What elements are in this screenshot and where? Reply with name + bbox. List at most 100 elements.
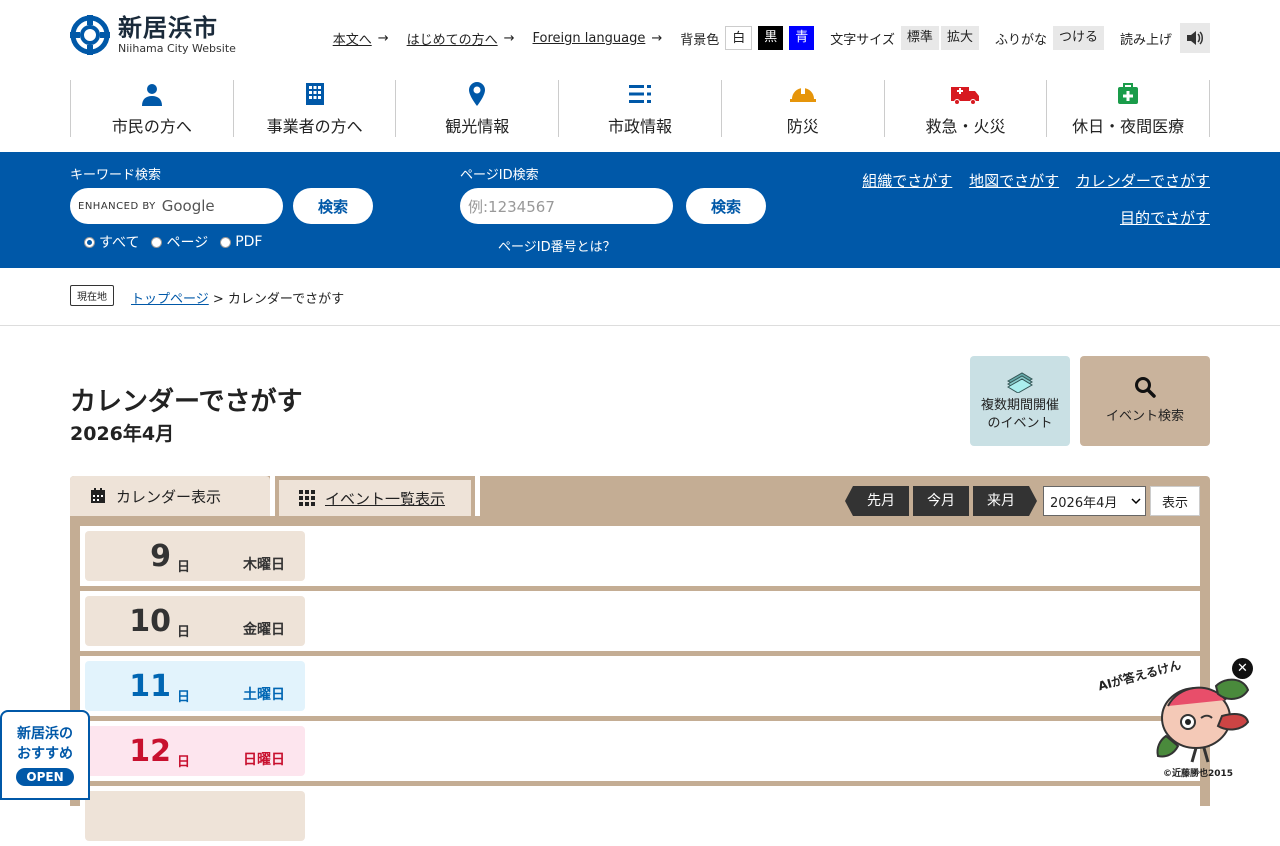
skip-to-content-link[interactable]: 本文へ	[333, 29, 372, 48]
search-by-calendar-link[interactable]: カレンダーでさがす	[1076, 172, 1210, 190]
keyword-search-button[interactable]: 検索	[293, 188, 373, 224]
foreign-language-link[interactable]: Foreign language	[533, 31, 646, 46]
nav-label: 観光情報	[445, 117, 510, 136]
event-search-button[interactable]: イベント検索	[1080, 356, 1210, 446]
nav-label: 救急・火災	[925, 117, 1006, 136]
read-aloud-button[interactable]	[1180, 23, 1210, 53]
day-label: 11 日 土曜日	[85, 661, 305, 711]
breadcrumb: 現在地 トップページ > カレンダーでさがす	[0, 268, 1280, 326]
close-icon[interactable]: ✕	[1232, 658, 1253, 679]
site-logo[interactable]: 新居浜市 Niihama City Website	[70, 14, 236, 55]
page-id-search-button[interactable]: 検索	[686, 188, 766, 224]
keyword-search-input[interactable]: ENHANCED BY Google	[70, 188, 283, 224]
keyword-search-title: キーワード検索	[70, 168, 162, 183]
prev-month-button[interactable]: 先月	[845, 486, 909, 516]
multi-period-events-button[interactable]: 複数期間開催 のイベント	[970, 356, 1070, 446]
day-weekday: 木曜日	[243, 557, 285, 573]
google-brand-label: ENHANCED BY	[78, 200, 156, 212]
bg-white-button[interactable]: 白	[725, 26, 753, 50]
nav-tourism[interactable]: 観光情報	[395, 80, 558, 137]
day-label	[85, 791, 305, 841]
tab-calendar-view[interactable]: カレンダー表示	[70, 476, 270, 516]
building-icon	[305, 82, 324, 105]
scope-all-radio[interactable]: すべて	[84, 232, 139, 252]
scope-page-radio[interactable]: ページ	[151, 232, 208, 252]
furigana-label: ふりがな	[994, 32, 1047, 48]
nav-disaster-prevention[interactable]: 防災	[720, 80, 884, 137]
reco-open-button[interactable]: OPEN	[16, 768, 74, 786]
search-by-purpose-link[interactable]: 目的でさがす	[1120, 209, 1210, 227]
search-links: 組織でさがす 地図でさがす カレンダーでさがす 目的でさがす	[850, 170, 1210, 228]
medical-kit-icon	[1118, 82, 1139, 104]
list-icon	[629, 84, 652, 103]
breadcrumb-top-link[interactable]: トップページ	[131, 292, 209, 307]
font-size-label: 文字サイズ	[830, 32, 895, 48]
font-large-button[interactable]: 拡大	[940, 26, 979, 50]
this-month-button[interactable]: 今月	[913, 486, 969, 516]
day-row: 12 日 日曜日	[80, 721, 1200, 781]
calendar-icon	[91, 488, 105, 503]
next-month-button[interactable]: 来月	[973, 486, 1037, 516]
calendar-panel: カレンダー表示 イベント一覧表示 先月 今月 来月 2026年4月 表示 9 日…	[70, 476, 1210, 846]
scope-pdf-radio[interactable]: PDF	[220, 234, 262, 250]
person-icon	[141, 83, 162, 106]
tab-calendar-label: カレンダー表示	[116, 487, 222, 506]
day-row: 9 日 木曜日	[80, 526, 1200, 586]
ai-mascot-copyright: ©近藤勝也2015	[1163, 769, 1234, 779]
nav-label: 市政情報	[608, 117, 673, 136]
day-unit: 日	[177, 625, 191, 640]
multi-period-line2: のイベント	[987, 416, 1053, 431]
font-standard-button[interactable]: 標準	[900, 26, 939, 50]
nav-city-policy[interactable]: 市政情報	[558, 80, 721, 137]
day-label: 10 日 金曜日	[85, 596, 305, 646]
beginners-link[interactable]: はじめての方へ	[407, 29, 498, 48]
furigana-on-button[interactable]: つける	[1052, 26, 1104, 50]
recommendation-widget[interactable]: 新居浜の おすすめ OPEN	[0, 710, 90, 800]
nav-residents[interactable]: 市民の方へ	[70, 80, 233, 137]
page-id-search-title: ページID検索	[460, 168, 539, 183]
nav-label: 休日・夜間医療	[1072, 117, 1185, 136]
arrow-right-icon: →	[503, 30, 515, 46]
read-aloud-label: 読み上げ	[1119, 32, 1172, 48]
reco-line1: 新居浜の	[17, 726, 73, 742]
day-number: 10	[129, 604, 171, 639]
event-search-label: イベント検索	[1105, 409, 1184, 424]
day-label: 12 日 日曜日	[85, 726, 305, 776]
day-number: 11	[129, 669, 171, 704]
tab-event-list-view[interactable]: イベント一覧表示	[275, 476, 475, 516]
nav-emergency-fire[interactable]: 救急・火災	[883, 80, 1047, 137]
page-title: カレンダーでさがす	[70, 387, 303, 417]
page-id-help-link[interactable]: ページID番号とは？	[498, 236, 616, 255]
site-header: 新居浜市 Niihama City Website 本文へ → はじめての方へ …	[0, 0, 1280, 152]
city-emblem-icon	[70, 14, 110, 55]
utility-bar: 本文へ → はじめての方へ → Foreign language → 背景色 白…	[333, 23, 1210, 53]
nav-holiday-night-medical[interactable]: 休日・夜間医療	[1046, 80, 1211, 137]
ambulance-icon	[951, 86, 980, 105]
reco-line2: おすすめ	[17, 746, 73, 762]
page-id-input[interactable]: 例:1234567	[460, 188, 673, 224]
search-by-map-link[interactable]: 地図でさがす	[969, 172, 1059, 190]
site-name: 新居浜市	[118, 14, 218, 42]
bg-black-button[interactable]: 黒	[758, 26, 784, 50]
bg-blue-button[interactable]: 青	[789, 26, 815, 50]
tickets-icon	[1007, 372, 1033, 393]
page-month: 2026年4月	[70, 423, 175, 445]
day-weekday: 土曜日	[243, 687, 285, 703]
chevron-down-icon	[1131, 498, 1141, 505]
day-unit: 日	[177, 690, 191, 705]
day-row	[80, 786, 1200, 846]
current-location-badge: 現在地	[70, 285, 114, 306]
arrow-right-icon: →	[377, 30, 389, 46]
tab-event-list-label: イベント一覧表示	[325, 489, 446, 508]
nav-businesses[interactable]: 事業者の方へ	[232, 80, 396, 137]
day-row: 10 日 金曜日	[80, 591, 1200, 651]
multi-period-line1: 複数期間開催	[980, 398, 1059, 413]
nav-label: 事業者の方へ	[266, 117, 363, 136]
month-select[interactable]: 2026年4月	[1043, 486, 1146, 516]
search-icon	[1135, 377, 1156, 398]
search-by-organization-link[interactable]: 組織でさがす	[862, 172, 952, 190]
show-month-button[interactable]: 表示	[1150, 486, 1200, 516]
helmet-icon	[789, 87, 816, 102]
speaker-icon	[1187, 31, 1203, 45]
nav-label: 市民の方へ	[111, 117, 192, 136]
